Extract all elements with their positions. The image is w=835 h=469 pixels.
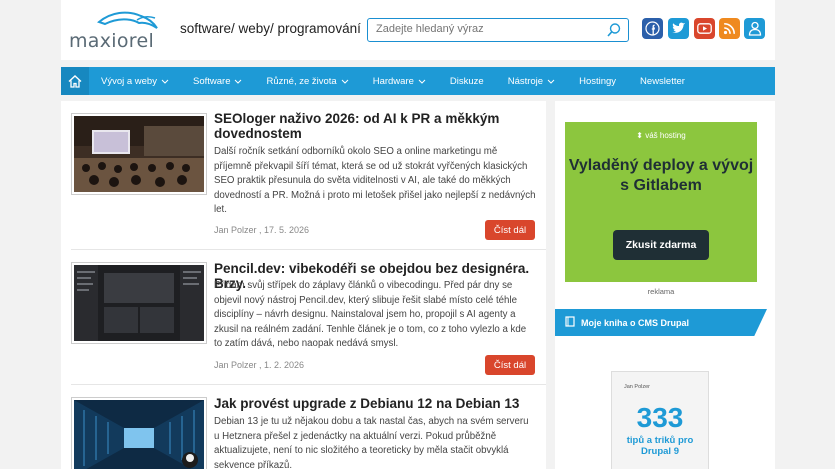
app-screenshot-image <box>74 265 204 341</box>
article-list: SEOloger naživo 2026: od AI k PR a měkký… <box>61 101 546 469</box>
nav-item-label: Různé, ze života <box>266 75 337 87</box>
article-excerpt: Přidám svůj střípek do záplavy článků o … <box>214 280 527 350</box>
sidebar: ⬍ váš hosting Vyladěný deploy a vývoj s … <box>555 101 775 469</box>
youtube-icon[interactable] <box>694 18 715 39</box>
hosting-logo-icon: ⬍ <box>636 131 646 140</box>
ad-brand-text: váš hosting <box>645 131 686 140</box>
user-account-icon[interactable] <box>744 18 765 39</box>
nav-item-label: Hostingy <box>579 75 617 87</box>
nav-item-newsletter[interactable]: Newsletter <box>628 67 697 95</box>
book-subtitle: tipů a triků pro Drupal 9 <box>626 435 694 457</box>
site-logo[interactable]: maxiorel <box>69 8 159 52</box>
rss-icon[interactable] <box>719 18 740 39</box>
home-icon[interactable] <box>61 67 89 95</box>
site-tagline: software/ weby/ programování <box>180 21 361 36</box>
article-divider <box>71 384 546 385</box>
nav-item-software[interactable]: Software <box>181 67 255 95</box>
article-thumbnail[interactable] <box>71 113 207 195</box>
book-section-title: Moje kniha o CMS Drupal <box>581 317 690 328</box>
book-author: Jan Polzer <box>624 384 650 390</box>
advertisement-banner[interactable]: ⬍ váš hosting Vyladěný deploy a vývoj s … <box>565 122 757 282</box>
conference-photo-image <box>74 116 204 192</box>
book-number: 333 <box>636 402 684 433</box>
search-icon[interactable] <box>606 22 622 43</box>
nav-item-nastroje[interactable]: Nástroje <box>496 67 567 95</box>
article-title[interactable]: Jak provést upgrade z Debianu 12 na Debi… <box>214 396 534 411</box>
logo-text: maxiorel <box>69 30 155 52</box>
nav-item-label: Hardware <box>372 75 414 87</box>
ad-brand: ⬍ váš hosting <box>565 131 757 140</box>
article-excerpt: Debian 13 je tu už nějakou dobu a tak na… <box>214 416 529 469</box>
nav-item-label: Newsletter <box>640 75 685 87</box>
read-more-button[interactable]: Číst dál <box>485 220 535 240</box>
nav-item-ruzne[interactable]: Různé, ze života <box>254 67 360 95</box>
main-navigation: Vývoj a weby Software Různé, ze života H… <box>61 67 775 95</box>
book-cover[interactable]: Jan Polzer 333 tipů a triků pro Drupal 9 <box>611 371 709 469</box>
article-divider <box>71 249 546 250</box>
article-meta: Jan Polzer , 1. 2. 2026 <box>214 360 305 370</box>
chevron-down-icon <box>161 76 169 87</box>
search-input[interactable] <box>376 23 596 35</box>
site-header: maxiorel software/ weby/ programování <box>61 0 775 60</box>
chevron-down-icon <box>234 76 242 87</box>
book-section-header: Moje kniha o CMS Drupal <box>555 309 767 336</box>
facebook-icon[interactable] <box>642 18 663 39</box>
nav-item-label: Nástroje <box>507 75 544 87</box>
article-excerpt: Další ročník setkání odborníků okolo SEO… <box>214 146 536 216</box>
article-title[interactable]: SEOloger naživo 2026: od AI k PR a měkký… <box>214 111 534 141</box>
read-more-button[interactable]: Číst dál <box>485 355 535 375</box>
nav-item-diskuze[interactable]: Diskuze <box>438 67 496 95</box>
ad-label: reklama <box>647 287 675 296</box>
nav-item-hostingy[interactable]: Hostingy <box>567 67 628 95</box>
book-icon <box>565 314 575 332</box>
article-meta: Jan Polzer , 17. 5. 2026 <box>214 225 310 235</box>
search-box[interactable] <box>367 18 629 42</box>
article-thumbnail[interactable] <box>71 397 207 469</box>
nav-item-label: Vývoj a weby <box>101 75 157 87</box>
nav-item-label: Software <box>192 75 231 87</box>
ad-cta-button[interactable]: Zkusit zdarma <box>613 230 709 260</box>
chevron-down-icon <box>547 76 555 87</box>
chevron-down-icon <box>341 76 349 87</box>
chevron-down-icon <box>418 76 426 87</box>
nav-item-vyvoj-a-weby[interactable]: Vývoj a weby <box>89 67 181 95</box>
nav-item-label: Diskuze <box>449 75 484 87</box>
article-thumbnail[interactable] <box>71 262 207 344</box>
nav-item-hardware[interactable]: Hardware <box>361 67 438 95</box>
twitter-icon[interactable] <box>668 18 689 39</box>
ad-title: Vyladěný deploy a vývoj s Gitlabem <box>568 157 754 194</box>
server-room-image <box>74 400 204 469</box>
